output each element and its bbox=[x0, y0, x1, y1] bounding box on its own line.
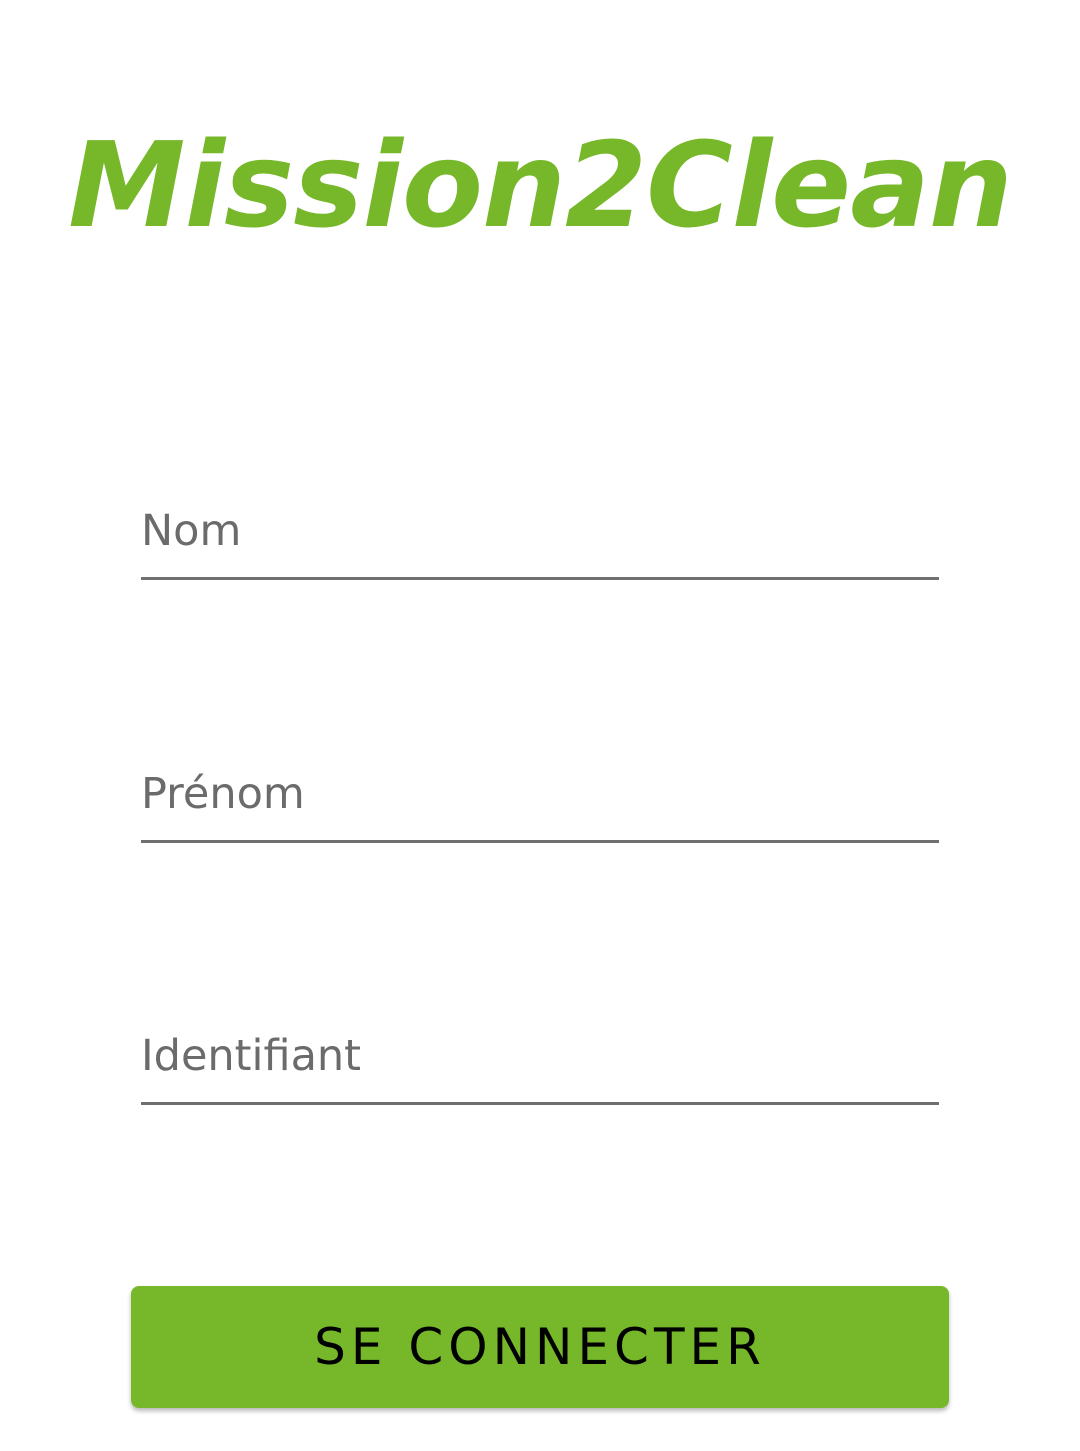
prenom-input[interactable] bbox=[141, 757, 939, 843]
login-button[interactable]: SE CONNECTER bbox=[131, 1286, 949, 1408]
nom-field-container bbox=[141, 494, 939, 584]
identifiant-field-container bbox=[141, 1019, 939, 1109]
app-logo: Mission2Clean bbox=[68, 116, 1013, 254]
identifiant-input[interactable] bbox=[141, 1019, 939, 1105]
nom-input[interactable] bbox=[141, 494, 939, 580]
prenom-field-container bbox=[141, 757, 939, 847]
